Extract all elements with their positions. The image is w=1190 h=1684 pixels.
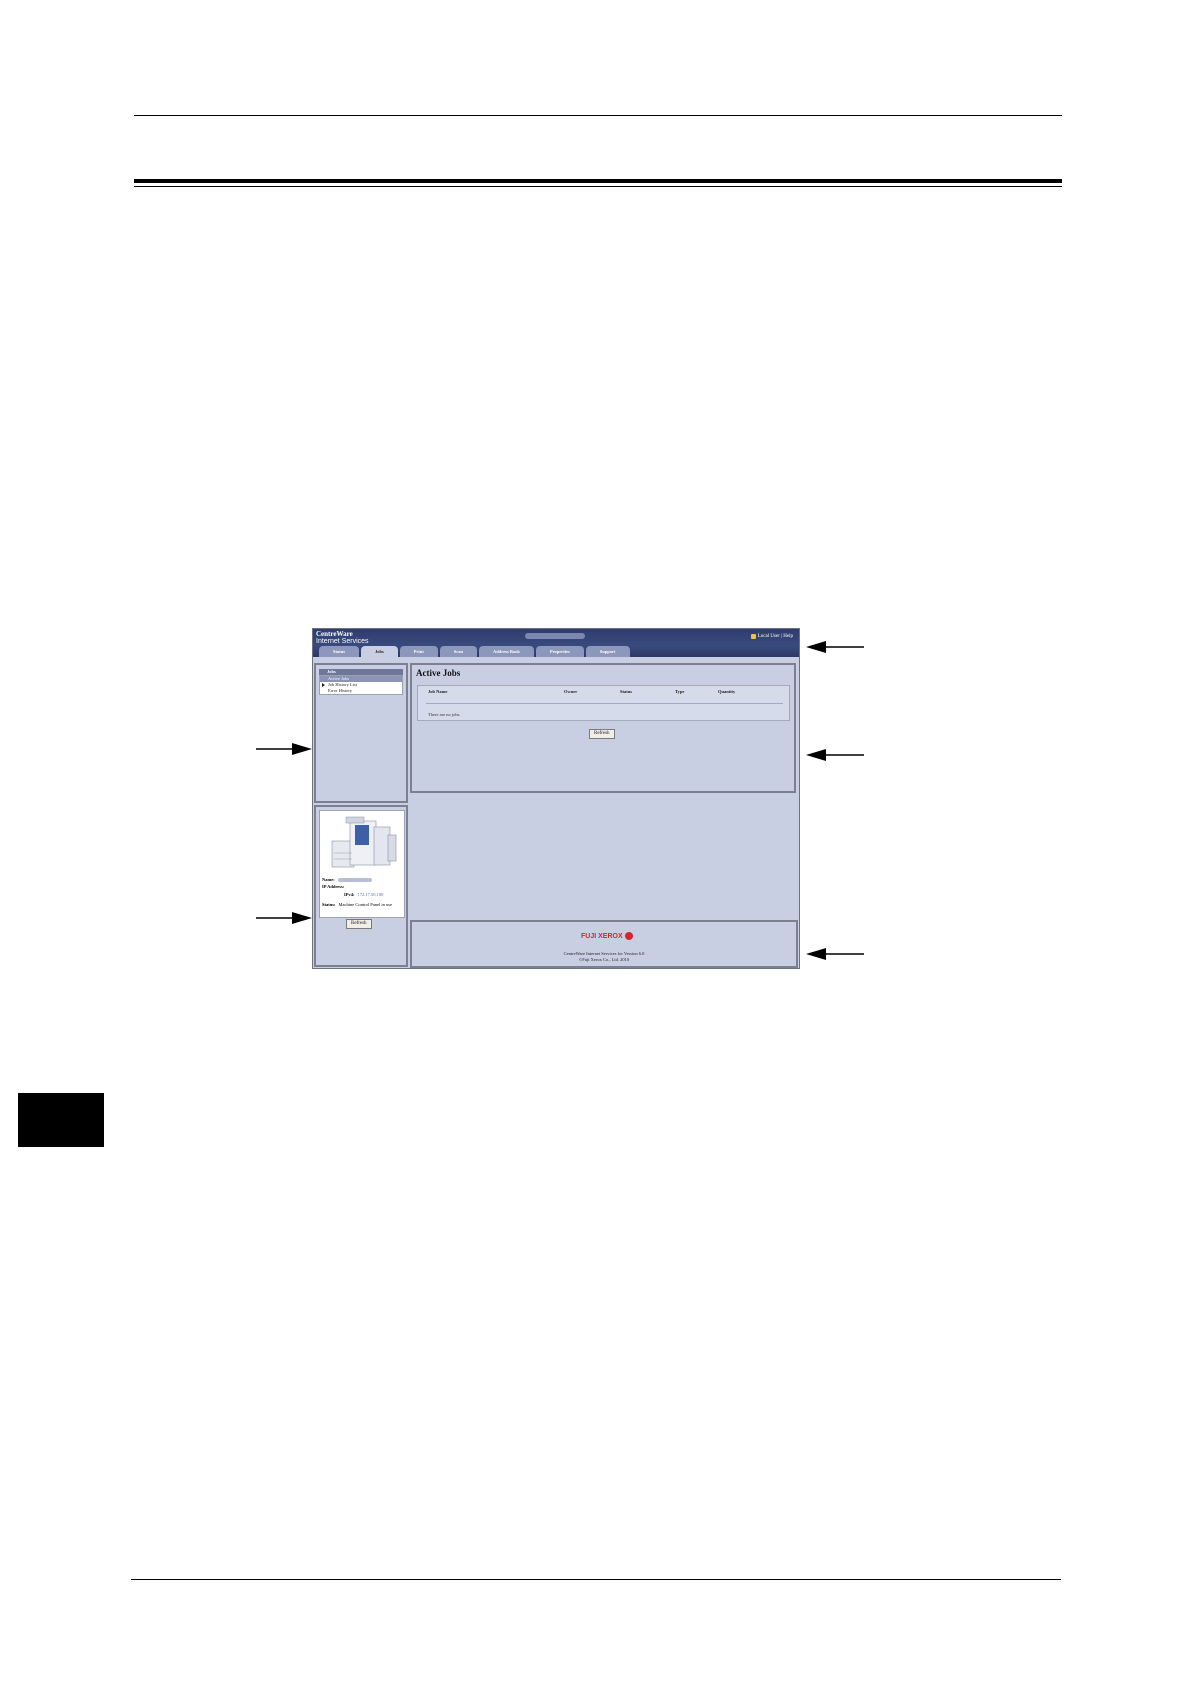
device-info: Name: IP Address: IPv4: 172.17.50.100 St…	[319, 810, 405, 918]
top-banner: CentreWare Internet Services Local User …	[313, 629, 799, 657]
brand: CentreWare Internet Services	[316, 630, 369, 646]
status-value: Machine Control Panel in use	[338, 902, 393, 907]
table-divider	[426, 703, 783, 704]
empty-message: There are no jobs.	[428, 712, 461, 717]
footer-frame: FUJI XEROX CentreWare Internet Services …	[410, 920, 798, 968]
column-header[interactable]: Job Name	[428, 689, 447, 694]
title-rule-thick	[134, 179, 1062, 183]
device-refresh-button[interactable]: Refresh	[346, 919, 372, 929]
footer-version: CentreWare Internet Services for Version…	[563, 951, 645, 956]
column-header[interactable]: Owner	[564, 689, 577, 694]
fuji-xerox-logo: FUJI XEROX	[581, 932, 633, 940]
device-name-blurred	[337, 878, 372, 882]
title-rule-thin	[134, 186, 1062, 187]
logo-text: FUJI XEROX	[581, 932, 623, 940]
device-name-row: Name:	[322, 877, 372, 882]
ip-label: IP Address:	[322, 884, 345, 889]
xerox-sphere-icon	[624, 932, 633, 940]
tab-print[interactable]: Print	[399, 646, 438, 657]
tab-support[interactable]: Support	[585, 646, 630, 657]
lock-icon	[750, 634, 756, 639]
ipv4-row: IPv4: 172.17.50.100	[344, 892, 383, 897]
user-links[interactable]: Local User | Help	[750, 634, 793, 639]
arrow-left-icon	[806, 641, 864, 653]
nav-item-label: Active Jobs	[328, 676, 350, 681]
expand-arrow-icon	[322, 683, 325, 687]
arrow-left-icon	[806, 749, 864, 761]
nav-item-label: Job History List	[328, 682, 358, 687]
tab-bar: Status Jobs Print Scan Address Book Prop…	[319, 646, 630, 657]
tab-status[interactable]: Status	[319, 646, 360, 657]
tab-scan[interactable]: Scan	[439, 646, 478, 657]
tab-address-book[interactable]: Address Book	[479, 646, 534, 657]
footer-copyright: ©Fuji Xerox Co., Ltd. 2010	[578, 957, 630, 962]
column-header[interactable]: Quantity	[718, 689, 735, 694]
arrow-left-icon	[806, 948, 864, 960]
footer-rule	[131, 1579, 1061, 1580]
user-links-text[interactable]: Local User | Help	[758, 634, 793, 639]
chapter-tab	[18, 1093, 104, 1147]
column-header[interactable]: Type	[675, 689, 684, 694]
ipv4-label: IPv4:	[344, 892, 355, 897]
arrow-right-icon	[256, 743, 312, 755]
device-name-label: Name:	[322, 877, 335, 882]
status-label: Status:	[322, 902, 336, 907]
brand-line2: Internet Services	[316, 638, 369, 645]
nav-list: Active Jobs Job History List Error Histo…	[319, 675, 403, 695]
device-frame: Name: IP Address: IPv4: 172.17.50.100 St…	[314, 805, 408, 967]
tab-properties[interactable]: Properties	[535, 646, 584, 657]
cwis-screenshot: CentreWare Internet Services Local User …	[312, 628, 800, 969]
model-name-blurred	[525, 633, 585, 639]
nav-item-error-history[interactable]: Error History	[320, 688, 402, 694]
brand-line1: CentreWare	[316, 630, 353, 638]
page-title: Active Jobs	[416, 668, 461, 678]
header-rule	[134, 115, 1062, 116]
tab-jobs[interactable]: Jobs	[361, 646, 398, 657]
printer-image	[331, 816, 397, 868]
column-header[interactable]: Status	[620, 689, 632, 694]
jobs-table: Job Name Owner Status Type Quantity Ther…	[417, 685, 790, 721]
main-refresh-button[interactable]: Refresh	[589, 729, 615, 739]
ipv4-value: 172.17.50.100	[357, 892, 384, 897]
main-frame: Active Jobs Job Name Owner Status Type Q…	[410, 663, 796, 793]
arrow-right-icon	[256, 912, 312, 924]
ip-row: IP Address:	[322, 884, 344, 889]
menu-frame: Jobs Active Jobs Job History List Error …	[314, 663, 408, 803]
nav-item-label: Error History	[328, 688, 353, 693]
status-row: Status: Machine Control Panel in use	[322, 902, 392, 907]
